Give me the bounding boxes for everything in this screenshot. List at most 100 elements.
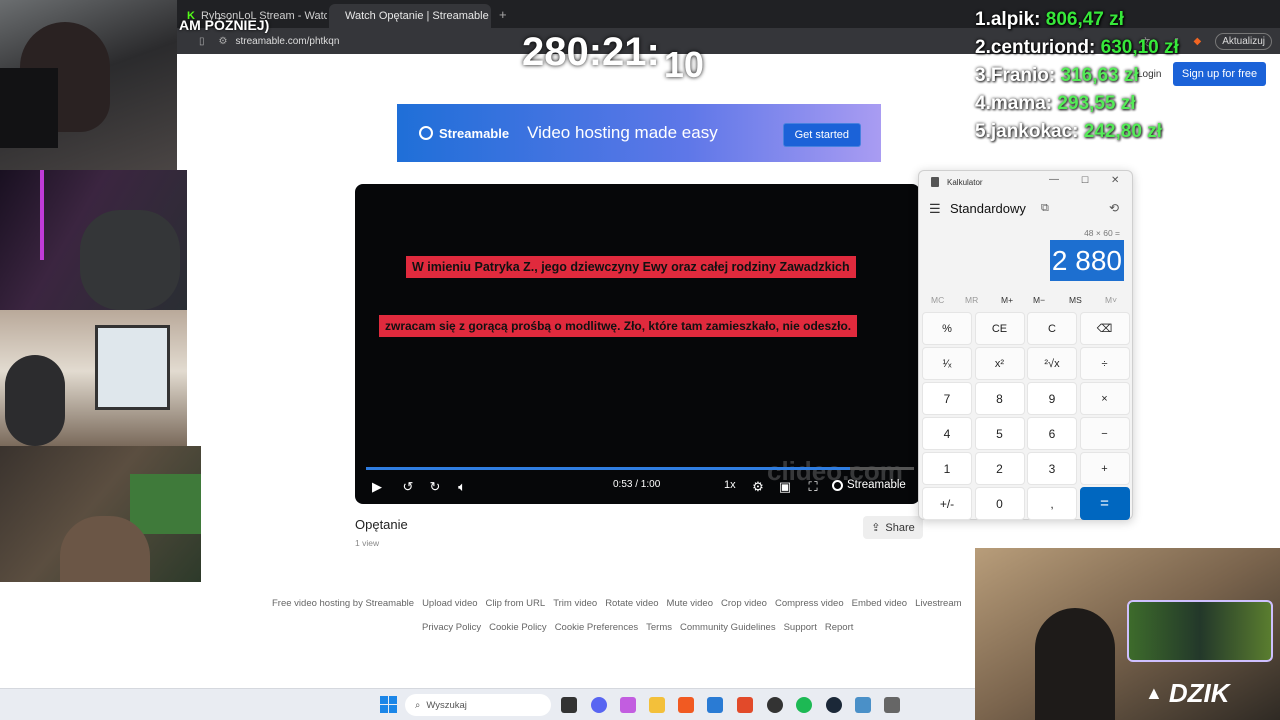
video-progress-bar[interactable] [366, 467, 914, 470]
calculator-key[interactable]: 2 [974, 452, 1025, 485]
footer-link[interactable]: Support [784, 622, 817, 633]
calculator-key[interactable]: ÷ [1079, 347, 1130, 380]
share-label: Share [885, 521, 915, 534]
obs-icon[interactable] [767, 697, 783, 713]
footer-link[interactable]: Community Guidelines [680, 622, 776, 633]
memory-button[interactable]: M− [1033, 295, 1045, 305]
windows-start-icon[interactable] [380, 696, 397, 713]
share-button[interactable]: ⇪ Share [863, 516, 923, 539]
leaderboard-amount: 242,80 zł [1083, 121, 1162, 142]
get-started-button[interactable]: Get started [782, 123, 861, 147]
calculator-key[interactable]: 7 [922, 382, 972, 415]
update-button[interactable]: Aktualizuj [1215, 32, 1272, 50]
memory-button[interactable]: MC [931, 295, 944, 305]
store-icon[interactable] [707, 697, 723, 713]
calculator-mode: Standardowy [950, 201, 1026, 216]
tab-streamable[interactable]: Watch Opętanie | Streamable ✕ [329, 4, 491, 28]
calculator-key[interactable]: × [1079, 382, 1130, 415]
brave-icon[interactable] [678, 697, 694, 713]
calculator-key[interactable]: x² [974, 347, 1025, 380]
player-brand[interactable]: Streamable [832, 479, 906, 491]
calculator-key[interactable]: ⌫ [1079, 312, 1130, 345]
signup-button[interactable]: Sign up for free [1173, 62, 1266, 86]
memory-button[interactable]: M+ [1001, 295, 1013, 305]
calculator-key[interactable]: 0 [974, 487, 1025, 520]
footer-link[interactable]: Cookie Preferences [555, 622, 638, 633]
play-icon[interactable]: ▶ [369, 479, 385, 495]
copilot-icon[interactable] [620, 697, 636, 713]
minimize-icon[interactable]: — [1049, 174, 1059, 185]
calculator-key[interactable]: +/- [922, 487, 972, 520]
steam-icon[interactable] [826, 697, 842, 713]
microphone [0, 68, 58, 148]
settings-gear-icon[interactable]: ⚙ [749, 479, 767, 495]
maximize-icon[interactable]: ☐ [1081, 175, 1089, 186]
calculator-key[interactable]: 8 [974, 382, 1025, 415]
footer-link[interactable]: Cookie Policy [489, 622, 547, 633]
footer-link[interactable]: Crop video [721, 598, 767, 609]
brave-browser-icon[interactable] [737, 697, 753, 713]
forward-icon[interactable]: ↻ [427, 479, 443, 495]
footer-link[interactable]: Free video hosting by Streamable [272, 598, 414, 609]
calculator-key[interactable]: − [1079, 417, 1130, 450]
calculator-key[interactable]: CE [974, 312, 1025, 345]
close-icon[interactable]: ✕ [1111, 175, 1119, 186]
calculator-icon[interactable] [884, 697, 900, 713]
hamburger-menu-icon[interactable]: ☰ [929, 201, 941, 217]
video-player[interactable]: W imieniu Patryka Z., jego dziewczyny Ew… [355, 184, 920, 504]
brave-shield-icon[interactable]: ◆ [1193, 36, 1201, 47]
footer-link[interactable]: Mute video [667, 598, 713, 609]
calculator-key[interactable]: 5 [974, 417, 1025, 450]
memory-button[interactable]: MS [1069, 295, 1082, 305]
new-tab-button[interactable]: + [499, 7, 507, 22]
footer-link[interactable]: Upload video [422, 598, 477, 609]
calculator-key[interactable]: 9 [1027, 382, 1077, 415]
leaderboard-name: 3.Franio: [975, 65, 1061, 86]
footer-link[interactable]: Clip from URL [486, 598, 546, 609]
search-placeholder: Wyszukaj [426, 699, 467, 711]
history-icon[interactable]: ⟲ [1109, 201, 1119, 215]
volume-icon[interactable]: 🔈︎ [454, 479, 470, 495]
footer-link[interactable]: Embed video [852, 598, 907, 609]
memory-button[interactable]: M˅ [1105, 295, 1117, 305]
memory-button[interactable]: MR [965, 295, 978, 305]
calculator-app-icon [931, 177, 939, 187]
discord-icon[interactable] [591, 697, 607, 713]
footer-link[interactable]: Rotate video [605, 598, 658, 609]
picture-in-picture-icon[interactable]: ▣ [777, 479, 793, 495]
calculator-key[interactable]: 6 [1027, 417, 1077, 450]
footer-link[interactable]: Privacy Policy [422, 622, 481, 633]
fullscreen-icon[interactable]: ⛶ [805, 479, 821, 495]
site-info-icon[interactable]: ⚙ [219, 36, 228, 47]
login-link[interactable]: Login [1137, 69, 1161, 80]
spotify-icon[interactable] [796, 697, 812, 713]
app-icon[interactable] [855, 697, 871, 713]
calculator-key[interactable]: , [1027, 487, 1077, 520]
brand-logo-text: DZIK [1168, 678, 1230, 708]
calculator-key[interactable]: ²√x [1027, 347, 1077, 380]
calculator-key[interactable]: 4 [922, 417, 972, 450]
footer-link[interactable]: Livestream [915, 598, 961, 609]
calculator-key[interactable]: % [922, 312, 972, 345]
keep-on-top-icon[interactable]: ⧉ [1041, 202, 1049, 215]
playback-speed-button[interactable]: 1x [724, 479, 736, 491]
rewind-icon[interactable]: ↺ [400, 479, 416, 495]
task-view-icon[interactable] [561, 697, 577, 713]
footer-link[interactable]: Terms [646, 622, 672, 633]
footer-link[interactable]: Report [825, 622, 854, 633]
calculator-key[interactable]: ¹⁄ₓ [922, 347, 972, 380]
calculator-key[interactable]: 1 [922, 452, 972, 485]
calculator-key[interactable]: + [1079, 452, 1130, 485]
taskbar-search[interactable]: ⌕ Wyszukaj [405, 694, 551, 716]
file-explorer-icon[interactable] [649, 697, 665, 713]
calculator-key[interactable]: 3 [1027, 452, 1077, 485]
calculator-key[interactable]: = [1079, 487, 1130, 520]
url-field[interactable]: streamable.com/phtkqn [235, 36, 339, 47]
footer-link[interactable]: Compress video [775, 598, 844, 609]
boar-icon: ▲ [1145, 683, 1163, 703]
calculator-titlebar: Kalkulator [931, 177, 983, 187]
bookmark-icon[interactable]: ▯ [199, 36, 205, 47]
calculator-key[interactable]: C [1027, 312, 1077, 345]
footer-link[interactable]: Trim video [553, 598, 597, 609]
player-brand-text: Streamable [847, 479, 906, 491]
